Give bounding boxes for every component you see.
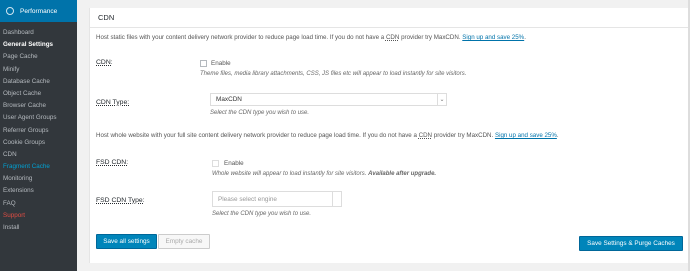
panel-title: CDN	[98, 13, 115, 22]
cdn-label: CDN:	[96, 59, 113, 66]
fsd-cdn-label-text: FSD CDN:	[96, 159, 129, 166]
fsd-cdn-label: FSD CDN:	[96, 159, 128, 166]
cdn-type-note: Select the CDN type you wish to use.	[210, 110, 310, 116]
chevron-down-icon	[332, 192, 341, 206]
sidebar-item-referrer-groups[interactable]: Referrer Groups	[0, 125, 77, 137]
sidebar-item-cookie-groups[interactable]: Cookie Groups	[0, 137, 77, 149]
sidebar-header-performance[interactable]: Performance	[0, 0, 77, 22]
sidebar-item-support[interactable]: Support	[0, 210, 77, 222]
cdn-type-label: CDN Type:	[96, 99, 129, 106]
fsd-description-end: .	[556, 132, 559, 139]
fsd-cdn-type-select[interactable]: Please select engine	[212, 191, 342, 207]
fsd-description-text-2: provider try MaxCDN.	[432, 132, 495, 139]
fsd-signup-link[interactable]: Sign up and save 25%	[495, 132, 557, 139]
sidebar-item-extensions[interactable]: Extensions	[0, 185, 77, 197]
fsd-note: Whole website will appear to load instan…	[212, 171, 436, 177]
save-all-settings-button[interactable]: Save all settings	[96, 234, 157, 249]
cdn-signup-link[interactable]: Sign up and save 25%	[462, 34, 524, 41]
cdn-settings-panel: CDN Host static files with your content …	[89, 8, 690, 263]
sidebar-item-fragment-cache[interactable]: Fragment Cache	[0, 161, 77, 173]
fsd-cdn-type-note: Select the CDN type you wish to use.	[212, 211, 312, 217]
sidebar-item-faq[interactable]: FAQ	[0, 198, 77, 210]
sidebar-item-user-agent-groups[interactable]: User Agent Groups	[0, 112, 77, 124]
sidebar-item-database-cache[interactable]: Database Cache	[0, 76, 77, 88]
sidebar-item-object-cache[interactable]: Object Cache	[0, 88, 77, 100]
cdn-type-select[interactable]: MaxCDN ⌄	[210, 93, 447, 106]
sidebar-item-install[interactable]: Install	[0, 222, 77, 234]
cdn-type-label-text: CDN Type:	[96, 99, 130, 106]
fsd-note-text: Whole website will appear to load instan…	[212, 171, 369, 177]
fsd-cdn-type-placeholder: Please select engine	[218, 195, 277, 203]
panel-divider	[90, 27, 690, 28]
empty-cache-button[interactable]: Empty cache	[158, 234, 210, 249]
sidebar-item-dashboard[interactable]: Dashboard	[0, 27, 77, 39]
cdn-description-end: .	[524, 34, 526, 41]
fsd-enable-checkbox[interactable]	[212, 160, 219, 167]
sidebar-item-cdn[interactable]: CDN	[0, 149, 77, 161]
sidebar-menu: Dashboard General Settings Page Cache Minif…	[0, 22, 77, 271]
fsd-cdn-abbr: CDN	[418, 132, 433, 139]
cdn-note: Theme files, media library attachments, …	[200, 71, 467, 77]
sidebar-item-page-cache[interactable]: Page Cache	[0, 51, 77, 63]
sidebar-item-minify[interactable]: Minify	[0, 64, 77, 76]
cdn-label-text: CDN:	[96, 59, 113, 66]
fsd-enable-label: Enable	[224, 160, 244, 167]
fsd-description: Host whole website with your full site c…	[96, 132, 559, 139]
save-and-purge-button[interactable]: Save Settings & Purge Caches	[579, 236, 683, 251]
fsd-note-upgrade: Available after upgrade.	[368, 171, 437, 177]
admin-sidebar: Performance Dashboard General Settings Pag…	[0, 0, 77, 271]
sidebar-item-browser-cache[interactable]: Browser Cache	[0, 100, 77, 112]
performance-icon	[6, 7, 14, 15]
chevron-down-icon: ⌄	[437, 94, 446, 105]
cdn-description: Host static files with your content deli…	[96, 34, 526, 41]
sidebar-item-monitoring[interactable]: Monitoring	[0, 173, 77, 185]
cdn-description-text: Host static files with your content deli…	[96, 34, 386, 41]
cdn-enable-label: Enable	[211, 60, 231, 67]
sidebar-item-general-settings[interactable]: General Settings	[0, 39, 77, 51]
cdn-description-text-2: provider try MaxCDN.	[399, 34, 463, 41]
fsd-cdn-type-label-text: FSD CDN Type:	[96, 197, 145, 204]
fsd-description-text: Host whole website with your full site c…	[96, 132, 419, 139]
fsd-cdn-type-label: FSD CDN Type:	[96, 197, 145, 204]
cdn-enable-checkbox[interactable]	[200, 60, 207, 67]
cdn-abbr: CDN	[385, 34, 400, 41]
cdn-type-value: MaxCDN	[216, 96, 242, 103]
sidebar-header-label: Performance	[20, 7, 58, 15]
